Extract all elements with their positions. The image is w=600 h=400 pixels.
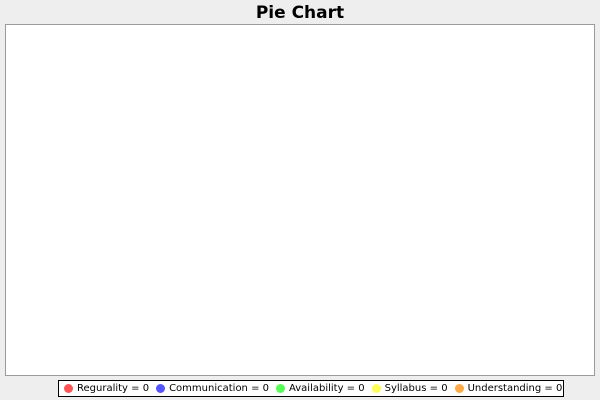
legend-item-availability: Availability = 0 [276, 382, 365, 395]
pie-plot [6, 25, 594, 375]
legend-label: Syllabus = 0 [384, 383, 448, 394]
legend-swatch [454, 384, 464, 393]
legend-item-regurality: Regurality = 0 [64, 382, 149, 395]
legend-label: Understanding = 0 [467, 383, 563, 394]
legend-swatch [276, 384, 285, 393]
legend-label: Communication = 0 [169, 383, 269, 394]
chart-title: Pie Chart [255, 3, 345, 23]
legend-swatch [64, 384, 73, 393]
legend-swatch [371, 384, 381, 393]
legend-label: Availability = 0 [289, 383, 365, 394]
legend-item-syllabus: Syllabus = 0 [371, 382, 448, 395]
legend-swatch [156, 384, 166, 393]
legend-item-communication: Communication = 0 [156, 382, 269, 395]
legend-label: Regurality = 0 [77, 383, 150, 394]
legend-item-understanding: Understanding = 0 [454, 382, 563, 395]
legend: Regurality = 0 Communication = 0 Availab… [58, 380, 565, 397]
plot-area [5, 24, 595, 376]
chart-window: Pie Chart Regurality = 0 Communication =… [0, 0, 600, 400]
